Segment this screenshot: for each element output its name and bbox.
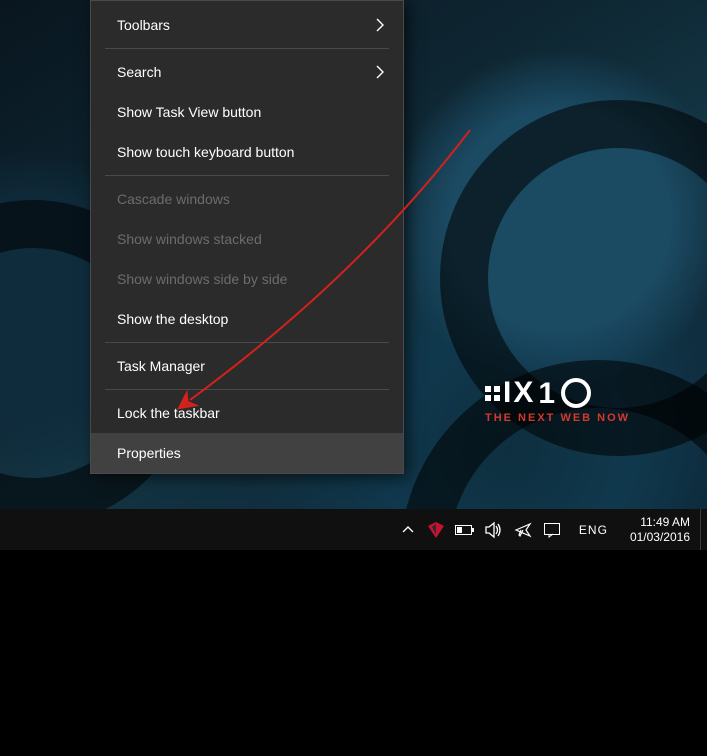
menu-item-label: Cascade windows [117,191,230,207]
mix10-wordmark: IX [503,378,535,408]
menu-item-show-task-view[interactable]: Show Task View button [91,92,403,132]
action-center-icon[interactable] [544,522,560,538]
airplane-mode-icon[interactable] [515,522,531,538]
menu-item-label: Show windows side by side [117,271,287,287]
show-desktop-button[interactable] [700,509,707,550]
menu-item-label: Show touch keyboard button [117,144,294,160]
menu-item-cascade-windows: Cascade windows [91,179,403,219]
menu-item-task-manager[interactable]: Task Manager [91,346,403,386]
menu-item-label: Show windows stacked [117,231,262,247]
menu-item-label: Search [117,64,161,80]
language-indicator[interactable]: ENG [573,523,614,537]
chevron-right-icon [376,18,385,32]
menu-separator [105,175,389,176]
menu-item-show-touch-keyboard[interactable]: Show touch keyboard button [91,132,403,172]
battery-icon[interactable] [457,522,473,538]
menu-item-toolbars[interactable]: Toolbars [91,5,403,45]
mix10-zero [561,378,591,408]
menu-separator [105,48,389,49]
menu-item-label: Toolbars [117,17,170,33]
menu-item-label: Show Task View button [117,104,261,120]
menu-item-lock-taskbar[interactable]: Lock the taskbar [91,393,403,433]
clock-time: 11:49 AM [640,515,690,530]
menu-item-properties[interactable]: Properties [91,433,403,473]
tray-chevron-up-icon[interactable] [401,523,415,537]
menu-item-label: Properties [117,445,181,461]
menu-item-windows-stacked: Show windows stacked [91,219,403,259]
mix10-logo: IX 1 THE NEXT WEB NOW [485,376,630,424]
menu-item-windows-side-by-side: Show windows side by side [91,259,403,299]
chevron-right-icon [376,65,385,79]
taskbar[interactable]: ENG 11:49 AM 01/03/2016 [0,509,707,550]
mix10-grid-icon [485,386,500,401]
kaspersky-icon[interactable] [428,522,444,538]
volume-icon[interactable] [486,522,502,538]
menu-item-label: Task Manager [117,358,205,374]
mix10-tagline: THE NEXT WEB NOW [485,412,630,424]
menu-item-label: Show the desktop [117,311,228,327]
taskbar-clock[interactable]: 11:49 AM 01/03/2016 [620,509,700,550]
menu-separator [105,389,389,390]
menu-item-label: Lock the taskbar [117,405,220,421]
menu-item-show-desktop[interactable]: Show the desktop [91,299,403,339]
clock-date: 01/03/2016 [630,530,690,545]
taskbar-context-menu: Toolbars Search Show Task View button Sh… [90,0,404,474]
mix10-one: 1 [538,377,555,411]
system-tray: ENG [395,509,620,550]
menu-separator [105,342,389,343]
menu-item-search[interactable]: Search [91,52,403,92]
